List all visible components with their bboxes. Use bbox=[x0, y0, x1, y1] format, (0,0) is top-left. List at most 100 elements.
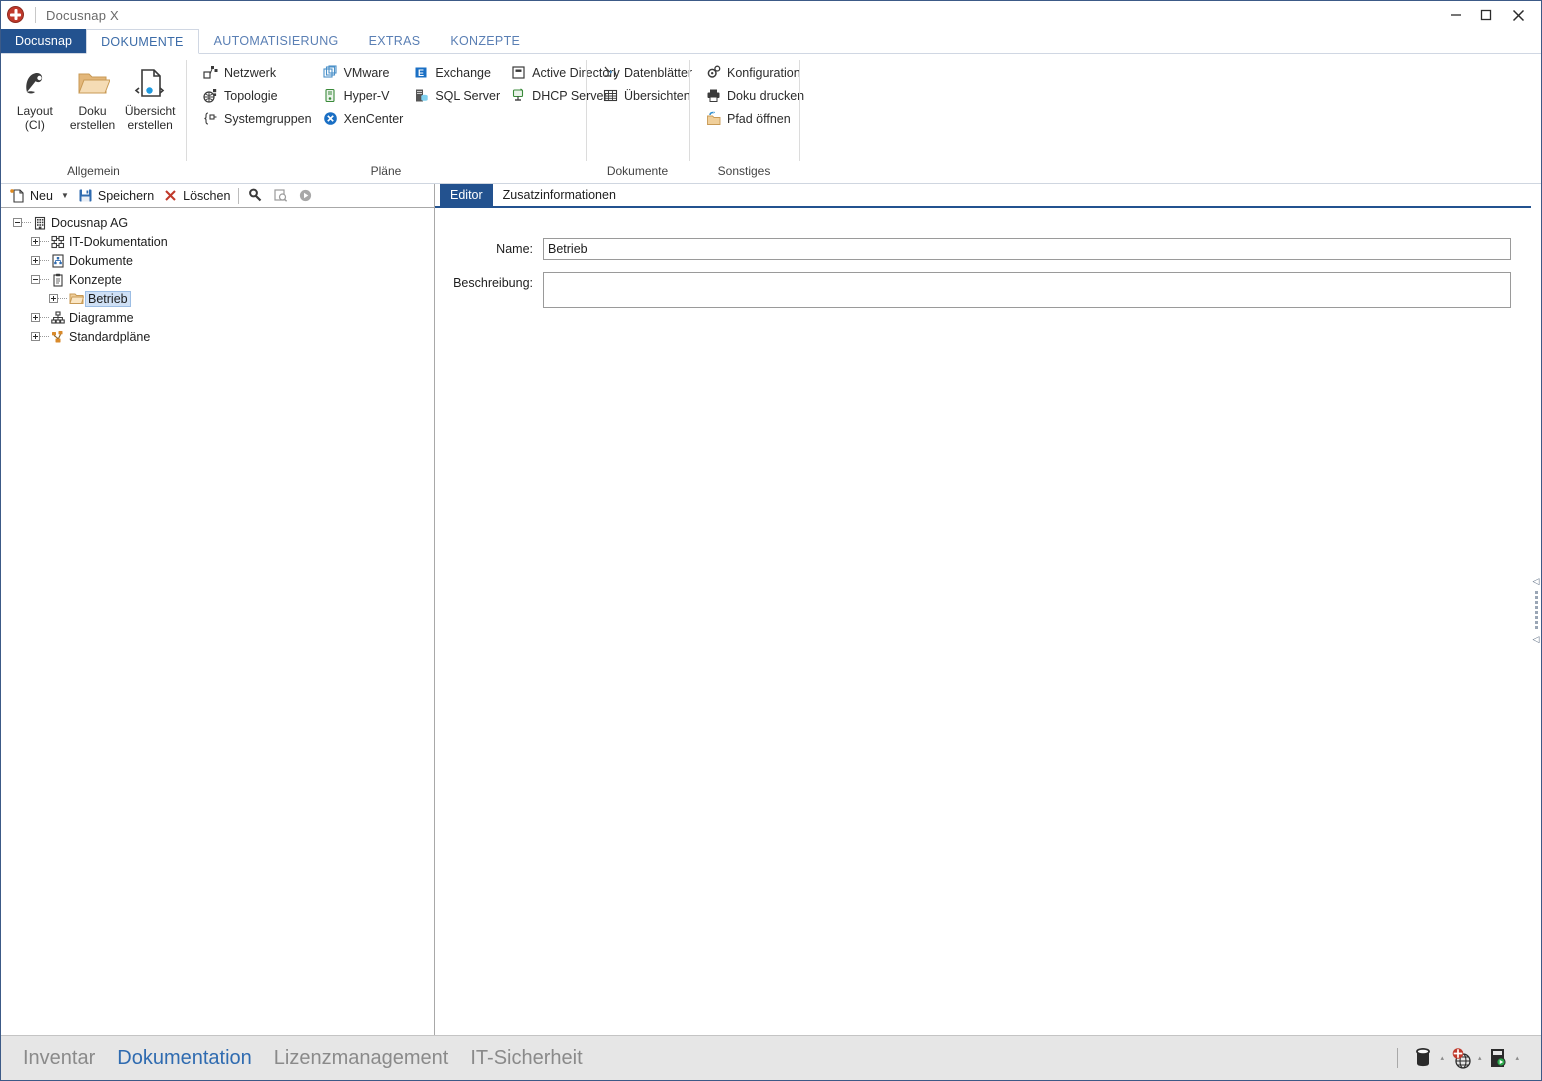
topologie-label: Topologie bbox=[224, 88, 278, 103]
konfiguration-button[interactable]: Konfiguration bbox=[700, 61, 809, 84]
tree-node-standardplaene[interactable]: Standardpläne bbox=[7, 327, 434, 346]
documents-tree[interactable]: Docusnap AG IT-Dokumentation Dokumente K… bbox=[1, 208, 434, 1035]
doku-drucken-button[interactable]: Doku drucken bbox=[700, 84, 809, 107]
tree-node-betrieb[interactable]: Betrieb bbox=[7, 289, 434, 308]
uebersichten-button[interactable]: Übersichten bbox=[597, 84, 697, 107]
status-caret-icon[interactable]: ▴ bbox=[1440, 1054, 1444, 1062]
right-panel-splitter[interactable]: ◁ ◁ bbox=[1531, 184, 1541, 1035]
tree-node-label: Dokumente bbox=[69, 253, 133, 268]
tree-node-label: Diagramme bbox=[69, 310, 134, 325]
tree-connector bbox=[22, 222, 31, 223]
tree-node-diagramme[interactable]: Diagramme bbox=[7, 308, 434, 327]
datasheet-icon bbox=[602, 64, 619, 81]
server-running-icon[interactable] bbox=[1485, 1045, 1511, 1071]
speichern-button[interactable]: Speichern bbox=[73, 185, 158, 206]
tab-zusatzinformationen[interactable]: Zusatzinformationen bbox=[493, 184, 626, 206]
main-area: Neu ▼ Speichern Löschen Docusnap AG IT-D… bbox=[1, 184, 1541, 1035]
module-tab-dokumentation[interactable]: Dokumentation bbox=[117, 1047, 252, 1070]
docusnap-logo-icon bbox=[7, 5, 27, 25]
ribbon-empty-area bbox=[799, 54, 1541, 183]
chevron-down-icon[interactable]: ▼ bbox=[57, 191, 73, 200]
folder-icon bbox=[67, 291, 85, 307]
triangle-left-icon[interactable]: ◁ bbox=[1533, 576, 1540, 585]
tree-connector bbox=[40, 241, 49, 242]
tree-toolbar: Neu ▼ Speichern Löschen bbox=[1, 184, 434, 208]
ribbon-group-label-plaene: Pläne bbox=[370, 164, 402, 178]
pfad-oeffnen-label: Pfad öffnen bbox=[727, 111, 791, 126]
tab-konzepte[interactable]: KONZEPTE bbox=[435, 28, 535, 53]
run-button[interactable] bbox=[293, 185, 318, 206]
tree-connector bbox=[40, 260, 49, 261]
xencenter-button[interactable]: XenCenter bbox=[317, 107, 409, 130]
tree-node-it-dokumentation[interactable]: IT-Dokumentation bbox=[7, 232, 434, 251]
standard-plans-icon bbox=[49, 329, 67, 345]
netzwerk-button[interactable]: Netzwerk bbox=[197, 61, 317, 84]
tab-automatisierung[interactable]: AUTOMATISIERUNG bbox=[199, 28, 354, 53]
ribbon-group-sonstiges: Konfiguration Doku drucken Pfad öffnen S… bbox=[689, 54, 804, 183]
tree-expander-expand[interactable] bbox=[31, 237, 40, 246]
tree-expander-expand[interactable] bbox=[31, 256, 40, 265]
tree-node-konzepte[interactable]: Konzepte bbox=[7, 270, 434, 289]
search-key-icon bbox=[247, 187, 264, 204]
search-button[interactable] bbox=[243, 185, 268, 206]
status-caret-icon[interactable]: ▴ bbox=[1515, 1054, 1519, 1062]
neu-button[interactable]: Neu bbox=[5, 185, 57, 206]
module-tab-lizenzmanagement[interactable]: Lizenzmanagement bbox=[274, 1047, 449, 1070]
tree-connector bbox=[40, 336, 49, 337]
tab-docusnap[interactable]: Docusnap bbox=[1, 28, 87, 53]
status-caret-icon[interactable]: ▴ bbox=[1478, 1054, 1482, 1062]
tree-expander-expand[interactable] bbox=[31, 313, 40, 322]
close-button[interactable] bbox=[1501, 1, 1535, 29]
doku-erstellen-button[interactable]: Doku erstellen bbox=[67, 61, 119, 132]
vmware-icon bbox=[322, 64, 339, 81]
ribbon-group-dokumente: Datenblätter Übersichten Dokumente bbox=[586, 54, 692, 183]
layout-ci-icon bbox=[18, 64, 52, 102]
tree-connector bbox=[40, 279, 49, 280]
module-tab-it-sicherheit[interactable]: IT-Sicherheit bbox=[470, 1047, 582, 1070]
name-input[interactable] bbox=[543, 238, 1511, 260]
datenblaetter-button[interactable]: Datenblätter bbox=[597, 61, 697, 84]
module-tab-inventar[interactable]: Inventar bbox=[23, 1047, 95, 1070]
tree-node-dokumente[interactable]: Dokumente bbox=[7, 251, 434, 270]
run-play-icon bbox=[297, 187, 314, 204]
vmware-button[interactable]: VMware bbox=[317, 61, 409, 84]
left-pane: Neu ▼ Speichern Löschen Docusnap AG IT-D… bbox=[1, 184, 435, 1035]
tab-editor[interactable]: Editor bbox=[440, 184, 493, 206]
editor-tab-strip: Editor Zusatzinformationen bbox=[435, 184, 1541, 208]
exchange-button[interactable]: E Exchange bbox=[408, 61, 505, 84]
minimize-button[interactable] bbox=[1441, 1, 1471, 29]
tree-expander-expand[interactable] bbox=[49, 294, 58, 303]
speichern-label: Speichern bbox=[97, 188, 155, 203]
layout-ci-button[interactable]: Layout (CI) bbox=[9, 61, 61, 132]
systemgruppen-button[interactable]: Systemgruppen bbox=[197, 107, 317, 130]
tree-node-docusnap-ag[interactable]: Docusnap AG bbox=[7, 213, 434, 232]
tab-extras[interactable]: EXTRAS bbox=[354, 28, 436, 53]
editor-form: Name: Beschreibung: bbox=[435, 208, 1541, 1035]
triangle-left-icon[interactable]: ◁ bbox=[1533, 634, 1540, 643]
xencenter-icon bbox=[322, 110, 339, 127]
hyperv-button[interactable]: Hyper-V bbox=[317, 84, 409, 107]
database-icon[interactable] bbox=[1410, 1045, 1436, 1071]
docusnap-globe-icon[interactable] bbox=[1448, 1045, 1474, 1071]
description-textarea[interactable] bbox=[543, 272, 1511, 308]
vmware-label: VMware bbox=[343, 65, 390, 80]
sql-server-button[interactable]: SQL Server bbox=[408, 84, 505, 107]
tree-expander-expand[interactable] bbox=[31, 332, 40, 341]
tree-expander-collapse[interactable] bbox=[31, 275, 40, 284]
doku-erstellen-label-1: Doku bbox=[78, 104, 107, 118]
delete-x-icon bbox=[162, 187, 179, 204]
drag-grip-icon[interactable] bbox=[1534, 590, 1538, 629]
pfad-oeffnen-button[interactable]: Pfad öffnen bbox=[700, 107, 809, 130]
window-title: Docusnap X bbox=[46, 7, 119, 23]
tree-expander-collapse[interactable] bbox=[13, 218, 22, 227]
hyperv-label: Hyper-V bbox=[343, 88, 390, 103]
loeschen-button[interactable]: Löschen bbox=[158, 185, 234, 206]
preview-button[interactable] bbox=[268, 185, 293, 206]
tab-dokumente[interactable]: DOKUMENTE bbox=[86, 29, 199, 54]
topologie-button[interactable]: Topologie bbox=[197, 84, 317, 107]
plaene-column-1: Netzwerk Topologie Systemgruppen bbox=[197, 61, 317, 130]
uebersicht-erstellen-button[interactable]: Übersicht erstellen bbox=[124, 61, 176, 132]
neu-label: Neu bbox=[30, 188, 53, 203]
maximize-button[interactable] bbox=[1471, 1, 1501, 29]
name-row: Name: bbox=[435, 238, 1511, 260]
